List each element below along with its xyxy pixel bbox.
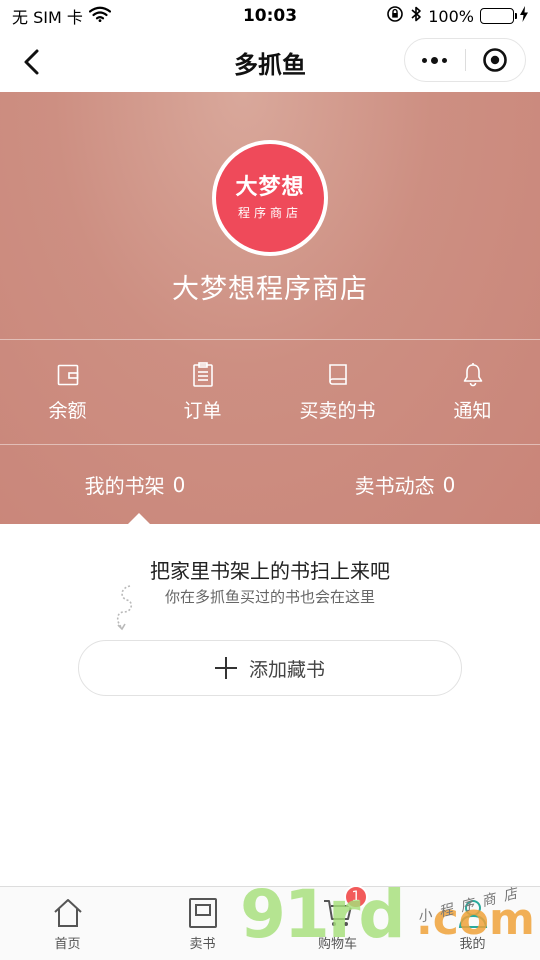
bluetooth-icon xyxy=(410,5,422,27)
tab-label: 购物车 xyxy=(317,936,357,952)
cart-badge: 1 xyxy=(344,885,368,909)
charging-icon xyxy=(520,6,528,26)
menu-item-label: 通知 xyxy=(453,399,492,422)
tab-label: 我的书架 xyxy=(84,474,165,498)
logo-sub-text: 程序商店 xyxy=(237,205,302,220)
shelf-tabs: 我的书架 0 卖书动态 0 xyxy=(0,445,540,524)
bell-icon xyxy=(460,362,486,388)
close-button[interactable] xyxy=(466,39,526,81)
empty-state-title: 把家里书架上的书扫上来吧 xyxy=(150,559,390,583)
battery-icon xyxy=(480,8,517,24)
menu-item-label: 订单 xyxy=(183,399,222,422)
mini-program-capsule xyxy=(404,38,526,82)
empty-state-subtitle: 你在多抓鱼买过的书也会在这里 xyxy=(164,588,375,606)
plus-icon xyxy=(214,657,237,679)
home-icon xyxy=(51,896,85,930)
book-icon xyxy=(325,362,351,388)
tab-home[interactable]: 首页 xyxy=(0,887,135,960)
menu-item-traded-books[interactable]: 买卖的书 xyxy=(270,340,405,444)
rotation-lock-icon xyxy=(386,5,404,27)
status-bar: 无 SIM 卡 10:03 100% xyxy=(0,0,540,32)
status-left: 无 SIM 卡 xyxy=(12,4,111,28)
store-logo-badge: 大梦想 程序商店 xyxy=(216,144,324,252)
clipboard-icon xyxy=(190,361,216,388)
tab-label: 我的 xyxy=(459,936,486,952)
tab-me[interactable]: 我的 xyxy=(405,887,540,960)
wifi-icon xyxy=(88,6,111,26)
tab-sell-books[interactable]: 卖书 xyxy=(135,887,270,960)
more-dots-icon xyxy=(422,56,448,64)
back-button[interactable] xyxy=(14,44,50,80)
tab-label: 卖书动态 xyxy=(354,474,435,498)
menu-item-orders[interactable]: 订单 xyxy=(135,340,270,444)
menu-item-balance[interactable]: 余额 xyxy=(0,340,135,444)
add-books-label: 添加藏书 xyxy=(248,658,325,681)
swirl-arrow-icon xyxy=(116,585,133,631)
logo-main-text: 大梦想 xyxy=(235,175,305,201)
bottom-tab-bar: 首页 卖书 购物车 1 我的 xyxy=(0,885,540,960)
tab-cart[interactable]: 购物车 1 xyxy=(270,885,405,960)
chevron-left-icon xyxy=(24,49,39,75)
status-right: 100% xyxy=(386,5,528,27)
quick-menu: 余额 订单 买卖的书 通知 xyxy=(0,340,540,444)
battery-percent: 100% xyxy=(428,6,474,26)
store-header: 大梦想 程序商店 大梦想程序商店 余额 订单 买卖的书 通知 我的书架 0 卖书… xyxy=(0,92,540,524)
menu-item-label: 买卖的书 xyxy=(299,399,376,422)
store-name: 大梦想程序商店 xyxy=(172,274,368,305)
active-tab-indicator xyxy=(128,513,150,524)
page-title: 多抓鱼 xyxy=(234,50,306,79)
menu-item-notifications[interactable]: 通知 xyxy=(405,340,540,444)
more-button[interactable] xyxy=(405,39,465,81)
store-logo[interactable]: 大梦想 程序商店 xyxy=(212,140,328,256)
nav-bar: 多抓鱼 xyxy=(0,32,540,92)
target-circle-icon xyxy=(483,48,508,72)
sell-book-icon xyxy=(186,896,220,930)
tab-selling-activity[interactable]: 卖书动态 0 xyxy=(270,445,540,524)
user-icon xyxy=(456,896,490,930)
carrier-text: 无 SIM 卡 xyxy=(12,8,83,27)
tab-count: 0 xyxy=(172,472,186,497)
menu-item-label: 余额 xyxy=(48,399,87,422)
tab-count: 0 xyxy=(442,472,456,497)
add-books-button[interactable]: 添加藏书 xyxy=(78,640,462,696)
tab-label: 首页 xyxy=(54,936,81,952)
tab-label: 卖书 xyxy=(189,936,216,952)
wallet-icon xyxy=(55,362,81,388)
